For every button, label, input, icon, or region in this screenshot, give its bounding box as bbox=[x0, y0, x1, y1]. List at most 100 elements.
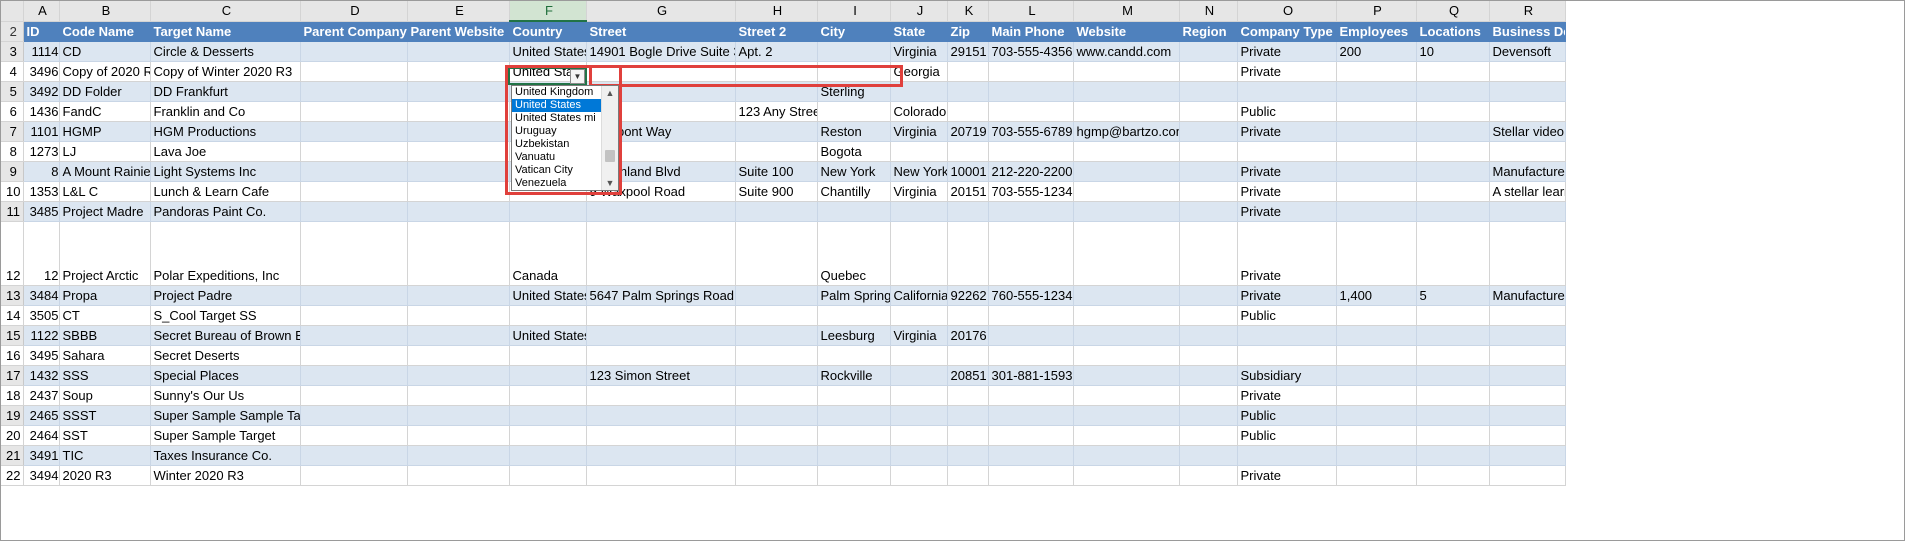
table-cell[interactable] bbox=[988, 425, 1074, 446]
table-cell[interactable]: A Mount Rainier bbox=[59, 161, 151, 182]
table-cell[interactable]: 1101 bbox=[23, 121, 60, 142]
table-cell[interactable] bbox=[509, 445, 587, 466]
table-cell[interactable] bbox=[407, 81, 510, 102]
table-cell[interactable]: 301-881-1593 bbox=[988, 365, 1074, 386]
table-cell[interactable] bbox=[988, 445, 1074, 466]
table-cell[interactable] bbox=[1179, 365, 1238, 386]
table-cell[interactable] bbox=[1489, 445, 1566, 466]
table-cell[interactable]: Virginia bbox=[890, 325, 948, 346]
table-cell[interactable] bbox=[1336, 325, 1417, 346]
table-cell[interactable] bbox=[1179, 41, 1238, 62]
column-header[interactable]: B bbox=[59, 1, 151, 22]
table-cell[interactable]: 3484 bbox=[23, 285, 60, 306]
table-cell[interactable]: Manufacturer bbox=[1489, 161, 1566, 182]
table-cell[interactable] bbox=[1336, 345, 1417, 366]
table-cell[interactable]: DD Folder bbox=[59, 81, 151, 102]
table-cell[interactable]: SBBB bbox=[59, 325, 151, 346]
table-cell[interactable] bbox=[1336, 305, 1417, 326]
table-cell[interactable]: 3485 bbox=[23, 201, 60, 222]
column-title-cell[interactable]: Main Phone bbox=[988, 21, 1074, 42]
row-header[interactable]: 3 bbox=[1, 41, 24, 62]
table-cell[interactable]: Light Systems Inc bbox=[150, 161, 301, 182]
table-cell[interactable] bbox=[509, 305, 587, 326]
table-cell[interactable]: 14901 Bogle Drive Suite 304 bbox=[586, 41, 736, 62]
table-cell[interactable] bbox=[947, 465, 989, 486]
table-cell[interactable] bbox=[1489, 385, 1566, 406]
row-header[interactable]: 16 bbox=[1, 345, 24, 366]
table-cell[interactable]: 1122 bbox=[23, 325, 60, 346]
column-header[interactable]: M bbox=[1073, 1, 1180, 22]
table-cell[interactable]: 212-220-2200 bbox=[988, 161, 1074, 182]
table-cell[interactable]: 8 bbox=[23, 161, 60, 182]
table-cell[interactable] bbox=[1336, 101, 1417, 122]
table-cell[interactable] bbox=[988, 465, 1074, 486]
table-cell[interactable] bbox=[407, 445, 510, 466]
table-cell[interactable] bbox=[988, 325, 1074, 346]
table-cell[interactable] bbox=[586, 465, 736, 486]
table-cell[interactable] bbox=[947, 221, 989, 286]
table-cell[interactable] bbox=[817, 345, 891, 366]
table-cell[interactable] bbox=[988, 385, 1074, 406]
table-cell[interactable] bbox=[1073, 305, 1180, 326]
table-cell[interactable] bbox=[1179, 305, 1238, 326]
table-cell[interactable] bbox=[890, 445, 948, 466]
table-cell[interactable] bbox=[890, 365, 948, 386]
table-cell[interactable]: hgmp@bartzo.com bbox=[1073, 121, 1180, 142]
table-cell[interactable]: Suite 900 bbox=[735, 181, 818, 202]
column-title-cell[interactable]: Code Name bbox=[59, 21, 151, 42]
table-cell[interactable]: 2465 bbox=[23, 405, 60, 426]
table-cell[interactable] bbox=[735, 201, 818, 222]
table-cell[interactable] bbox=[947, 201, 989, 222]
table-cell[interactable] bbox=[300, 141, 408, 162]
table-cell[interactable] bbox=[735, 305, 818, 326]
table-cell[interactable]: 3496 bbox=[23, 61, 60, 82]
table-cell[interactable] bbox=[735, 81, 818, 102]
table-cell[interactable] bbox=[1179, 445, 1238, 466]
table-cell[interactable] bbox=[1336, 221, 1417, 286]
table-cell[interactable] bbox=[509, 425, 587, 446]
table-cell[interactable]: Public bbox=[1237, 305, 1337, 326]
row-header[interactable]: 11 bbox=[1, 201, 24, 222]
table-cell[interactable] bbox=[817, 445, 891, 466]
table-cell[interactable]: 20851 bbox=[947, 365, 989, 386]
table-cell[interactable]: Apt. 2 bbox=[735, 41, 818, 62]
table-cell[interactable] bbox=[1179, 221, 1238, 286]
table-cell[interactable] bbox=[586, 221, 736, 286]
table-cell[interactable]: Reston bbox=[817, 121, 891, 142]
column-header[interactable]: P bbox=[1336, 1, 1417, 22]
table-cell[interactable]: Georgia bbox=[890, 61, 948, 82]
table-cell[interactable] bbox=[988, 221, 1074, 286]
table-cell[interactable] bbox=[1073, 405, 1180, 426]
column-header[interactable]: G bbox=[586, 1, 736, 22]
column-title-cell[interactable]: City bbox=[817, 21, 891, 42]
table-cell[interactable]: Palm Springs bbox=[817, 285, 891, 306]
table-cell[interactable] bbox=[407, 41, 510, 62]
table-cell[interactable] bbox=[1073, 285, 1180, 306]
table-cell[interactable]: Private bbox=[1237, 385, 1337, 406]
column-header[interactable]: D bbox=[300, 1, 408, 22]
table-cell[interactable] bbox=[735, 345, 818, 366]
column-header[interactable]: N bbox=[1179, 1, 1238, 22]
table-cell[interactable] bbox=[890, 385, 948, 406]
table-cell[interactable]: Private bbox=[1237, 121, 1337, 142]
table-cell[interactable] bbox=[586, 325, 736, 346]
table-cell[interactable] bbox=[300, 221, 408, 286]
table-cell[interactable]: Private bbox=[1237, 161, 1337, 182]
table-cell[interactable]: 200 bbox=[1336, 41, 1417, 62]
column-title-cell[interactable]: Zip bbox=[947, 21, 989, 42]
table-cell[interactable] bbox=[988, 81, 1074, 102]
row-header[interactable]: 22 bbox=[1, 465, 24, 486]
table-cell[interactable]: Circle & Desserts bbox=[150, 41, 301, 62]
table-cell[interactable] bbox=[1073, 201, 1180, 222]
table-cell[interactable] bbox=[1416, 221, 1490, 286]
table-cell[interactable]: Secret Deserts bbox=[150, 345, 301, 366]
table-cell[interactable] bbox=[407, 181, 510, 202]
table-cell[interactable]: HGM Productions bbox=[150, 121, 301, 142]
table-cell[interactable]: TIC bbox=[59, 445, 151, 466]
table-cell[interactable] bbox=[890, 305, 948, 326]
table-cell[interactable]: Franklin and Co bbox=[150, 101, 301, 122]
table-cell[interactable] bbox=[407, 101, 510, 122]
table-cell[interactable] bbox=[1336, 161, 1417, 182]
table-cell[interactable]: SSS bbox=[59, 365, 151, 386]
table-cell[interactable] bbox=[300, 121, 408, 142]
